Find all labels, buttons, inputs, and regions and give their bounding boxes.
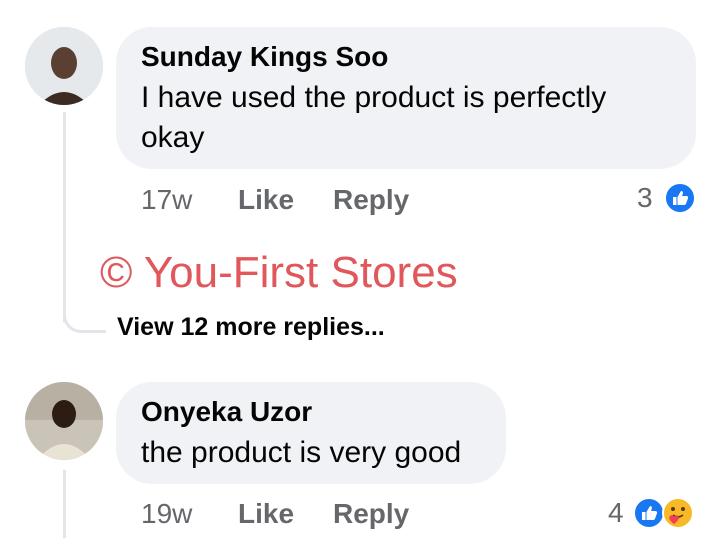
reply-button[interactable]: Reply (333, 498, 409, 530)
like-icon[interactable] (633, 497, 665, 529)
like-icon[interactable] (664, 182, 696, 214)
watermark: © You-First Stores (100, 248, 458, 297)
comment-author[interactable]: Sunday Kings Soo (141, 41, 388, 73)
comment-timestamp[interactable]: 19w (141, 498, 192, 530)
thread-branch (63, 300, 106, 333)
comment-text: I have used the product is perfectly oka… (141, 81, 607, 154)
like-button[interactable]: Like (238, 184, 294, 216)
reaction-count[interactable]: 3 (637, 182, 653, 214)
comment-text: the product is very good (141, 436, 462, 469)
reply-button[interactable]: Reply (333, 184, 409, 216)
view-more-replies-link[interactable]: View 12 more replies... (117, 313, 385, 342)
comment-author[interactable]: Onyeka Uzor (141, 396, 312, 428)
thread-line (63, 112, 66, 322)
care-icon[interactable] (662, 497, 694, 529)
like-button[interactable]: Like (238, 498, 294, 530)
avatar[interactable] (25, 27, 103, 105)
comment-timestamp[interactable]: 17w (141, 184, 192, 216)
avatar[interactable] (25, 382, 103, 460)
thread-line (63, 470, 66, 538)
reaction-count[interactable]: 4 (608, 497, 624, 529)
